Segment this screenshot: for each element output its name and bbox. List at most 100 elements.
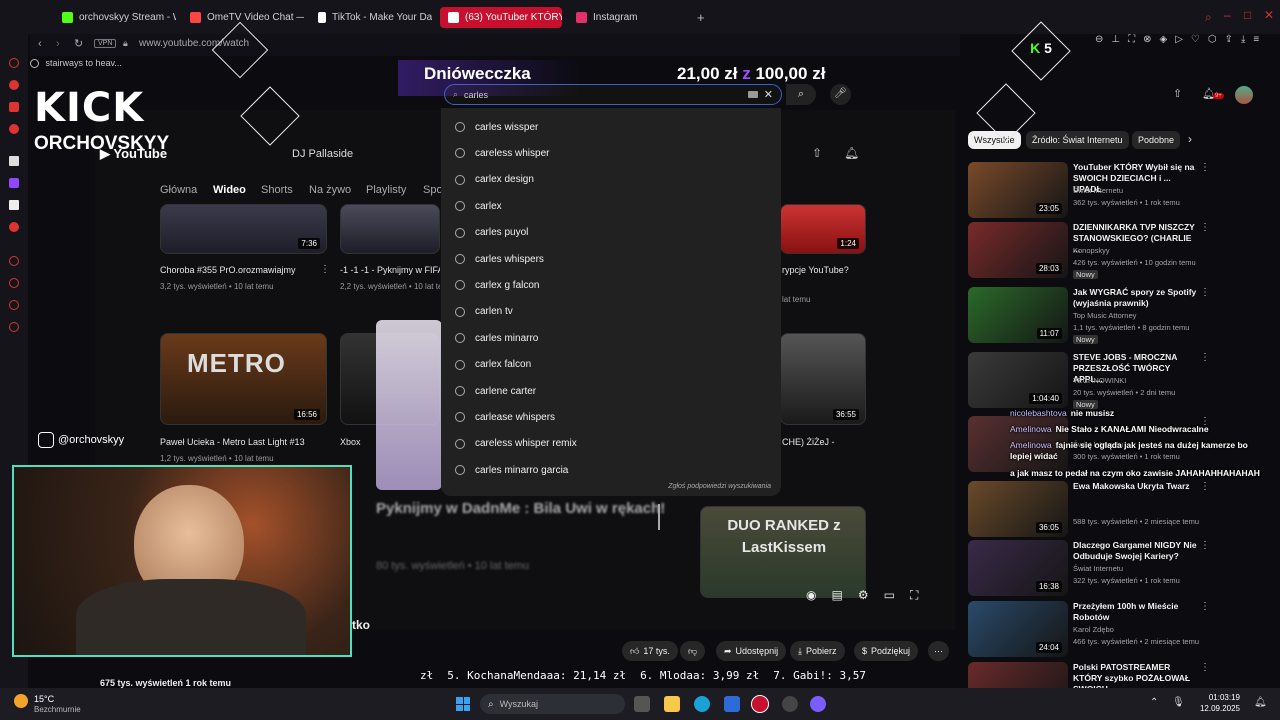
video-thumbnail[interactable]: 1:24 bbox=[780, 204, 866, 254]
recommendation-more-icon[interactable]: ⋮ bbox=[1200, 481, 1210, 492]
video-title[interactable]: Paweł Ucieka - Metro Last Light #13 bbox=[160, 437, 305, 447]
sidebar-speed-dial-icon[interactable] bbox=[9, 58, 19, 68]
search-suggestion-item[interactable]: carlease whispers bbox=[455, 407, 555, 427]
search-suggestion-item[interactable]: carles puyol bbox=[455, 223, 528, 243]
recommendation-title[interactable]: Ewa Makowska Ukryta Twarz bbox=[1073, 481, 1198, 492]
create-icon[interactable]: ⇧ bbox=[812, 146, 822, 160]
menu-icon[interactable]: ≡ bbox=[1253, 34, 1259, 45]
chips-next-arrow-icon[interactable]: › bbox=[1188, 132, 1192, 146]
recommendation-thumbnail[interactable]: 28:03 bbox=[968, 222, 1068, 278]
recommendation-thumbnail[interactable]: 11:07 bbox=[968, 287, 1068, 343]
sidebar-gmail-icon[interactable] bbox=[9, 102, 19, 112]
sidebar-twitch-icon[interactable] bbox=[9, 178, 19, 188]
edge-icon[interactable] bbox=[694, 696, 710, 712]
recommendation-channel[interactable]: Konopskyy bbox=[1073, 246, 1110, 255]
tab-na-zywo[interactable]: Na żywo bbox=[309, 184, 351, 196]
recommendation-more-icon[interactable]: ⋮ bbox=[1200, 352, 1210, 363]
tab-shorts[interactable]: Shorts bbox=[261, 184, 293, 196]
recommendation-thumbnail[interactable]: 16:38 bbox=[968, 540, 1068, 596]
chip-source[interactable]: Źródło: Świat Internetu bbox=[1026, 131, 1129, 149]
search-suggestion-item[interactable]: carles minarro bbox=[455, 328, 538, 348]
search-suggestion-item[interactable]: carlene carter bbox=[455, 381, 536, 401]
tab-instagram[interactable]: Instagram bbox=[568, 7, 678, 28]
account-avatar[interactable] bbox=[1235, 86, 1253, 104]
zoom-icon[interactable]: ⊖ bbox=[1095, 34, 1103, 45]
recommendation-channel[interactable]: Top Music Attorney bbox=[1073, 311, 1136, 320]
chip-related[interactable]: Podobne bbox=[1132, 131, 1181, 149]
recommendation-channel[interactable]: TECHNOWINKI bbox=[1073, 376, 1126, 385]
tab-youtube[interactable]: (63) YouTuber KTÓRY dla bbox=[440, 7, 562, 28]
forward-arrow-icon[interactable]: › bbox=[56, 38, 60, 50]
like-button[interactable]: 👍︎ 17 tys. bbox=[622, 641, 678, 661]
recommendation-title[interactable]: Przeżyłem 100h w Mieście Robotów bbox=[1073, 601, 1198, 623]
report-suggestions-link[interactable]: Zgłoś podpowiedzi wyszukiwania bbox=[668, 483, 771, 490]
search-suggestion-item[interactable]: carles whispers bbox=[455, 249, 544, 269]
upload-icon[interactable]: ⇧ bbox=[1173, 87, 1182, 100]
sidebar-app-icon[interactable] bbox=[9, 124, 19, 134]
recommendation-more-icon[interactable]: ⋮ bbox=[1200, 222, 1210, 233]
recommendation-thumbnail[interactable]: 23:05 bbox=[968, 162, 1068, 218]
back-arrow-icon[interactable]: ‹ bbox=[38, 38, 42, 50]
pin-icon[interactable]: ⊥ bbox=[1111, 34, 1120, 45]
search-suggestion-item[interactable]: carlex g falcon bbox=[455, 275, 539, 295]
more-options-icon[interactable]: ⋮ bbox=[320, 264, 330, 275]
bell-icon[interactable]: 🔔︎ bbox=[844, 146, 859, 160]
microphone-icon[interactable]: 🎙︎ bbox=[1172, 697, 1185, 708]
search-suggestion-item[interactable]: carlex design bbox=[455, 170, 534, 190]
opera-gx-icon[interactable] bbox=[751, 695, 769, 713]
screenshot-icon[interactable]: ⛶ bbox=[1128, 34, 1135, 45]
search-suggestion-item[interactable]: careless whisper remix bbox=[455, 434, 577, 454]
extensions-icon[interactable]: ⬡ bbox=[1208, 34, 1217, 45]
search-suggestion-item[interactable]: carlex bbox=[455, 196, 502, 216]
recommendation-channel[interactable]: Karol Zdębo bbox=[1073, 625, 1114, 634]
recommendation-more-icon[interactable]: ⋮ bbox=[1200, 162, 1210, 173]
recommendation-more-icon[interactable]: ⋮ bbox=[1200, 662, 1210, 673]
subtitles-icon[interactable]: ▤ bbox=[831, 588, 842, 603]
video-thumbnail[interactable]: DUO RANKED z LastKissem bbox=[700, 506, 866, 598]
settings-gear-icon[interactable]: ⚙ bbox=[858, 588, 869, 603]
video-title[interactable]: Xbox bbox=[340, 437, 361, 447]
app-icon[interactable] bbox=[782, 696, 798, 712]
file-explorer-icon[interactable] bbox=[664, 696, 680, 712]
recommendation-thumbnail[interactable]: 1:04:40 bbox=[968, 352, 1068, 408]
tab-kick[interactable]: orchovskyy Stream - Wat bbox=[54, 7, 176, 28]
weather-temp[interactable]: 15°C bbox=[34, 694, 54, 704]
sidebar-kick-icon[interactable] bbox=[9, 156, 19, 166]
tab-tiktok[interactable]: TikTok - Make Your Day bbox=[310, 7, 432, 28]
bookmark-item[interactable]: stairways to heav... bbox=[30, 58, 330, 72]
taskbar-search-box[interactable]: ⌕ Wyszukaj bbox=[480, 694, 625, 714]
video-title[interactable]: CHE) ŻiŻeJ - bbox=[782, 437, 835, 447]
sidebar-extensions-icon[interactable] bbox=[9, 300, 19, 310]
theater-mode-icon[interactable]: ▭ bbox=[884, 588, 895, 603]
recommendation-thumbnail[interactable]: 36:05 bbox=[968, 481, 1068, 537]
search-suggestion-item[interactable]: carles minarro garcia bbox=[455, 460, 568, 480]
task-view-icon[interactable] bbox=[634, 696, 650, 712]
close-window-icon[interactable]: ✕ bbox=[1264, 8, 1274, 22]
download-icon[interactable]: ⤓ bbox=[1241, 34, 1245, 45]
more-actions-button[interactable]: ⋯ bbox=[928, 641, 949, 661]
sidebar-extension-icon[interactable] bbox=[9, 222, 19, 232]
reload-icon[interactable]: ↻ bbox=[74, 37, 83, 50]
sidebar-player-icon[interactable] bbox=[9, 256, 19, 266]
search-suggestion-item[interactable]: carlex falcon bbox=[455, 355, 531, 375]
windows-start-icon[interactable] bbox=[456, 697, 470, 711]
tray-chevron-icon[interactable]: ⌃ bbox=[1150, 697, 1158, 708]
sidebar-settings-icon[interactable] bbox=[9, 322, 19, 332]
store-icon[interactable] bbox=[724, 696, 740, 712]
tab-spolecznosc[interactable]: Spo bbox=[423, 184, 443, 196]
video-title[interactable]: Choroba #355 PrO.orozmawiajmy bbox=[160, 265, 296, 275]
recommendation-channel[interactable]: Świat Internetu bbox=[1073, 564, 1123, 573]
video-thumbnail[interactable] bbox=[340, 204, 440, 254]
recommendation-title[interactable]: Jak WYGRAĆ spory ze Spotify (wyjaśnia pr… bbox=[1073, 287, 1198, 309]
autoplay-toggle[interactable]: ◉ bbox=[806, 588, 816, 603]
video-thumbnail[interactable]: 7:36 bbox=[160, 204, 327, 254]
clock-time[interactable]: 01:03:19 bbox=[1190, 693, 1240, 702]
video-title[interactable]: -1 -1 -1 - Pyknijmy w FIFA bbox=[340, 265, 440, 275]
recommendation-thumbnail[interactable]: 24:04 bbox=[968, 601, 1068, 657]
heart-icon[interactable]: ♡ bbox=[1191, 34, 1200, 45]
video-title[interactable]: rypcje YouTube? bbox=[782, 265, 849, 275]
share-icon[interactable]: ⇪ bbox=[1225, 34, 1233, 45]
recommendation-more-icon[interactable]: ⋮ bbox=[1200, 540, 1210, 551]
sidebar-messenger-icon[interactable] bbox=[9, 80, 19, 90]
video-thumbnail[interactable]: 36:55 bbox=[780, 333, 866, 425]
